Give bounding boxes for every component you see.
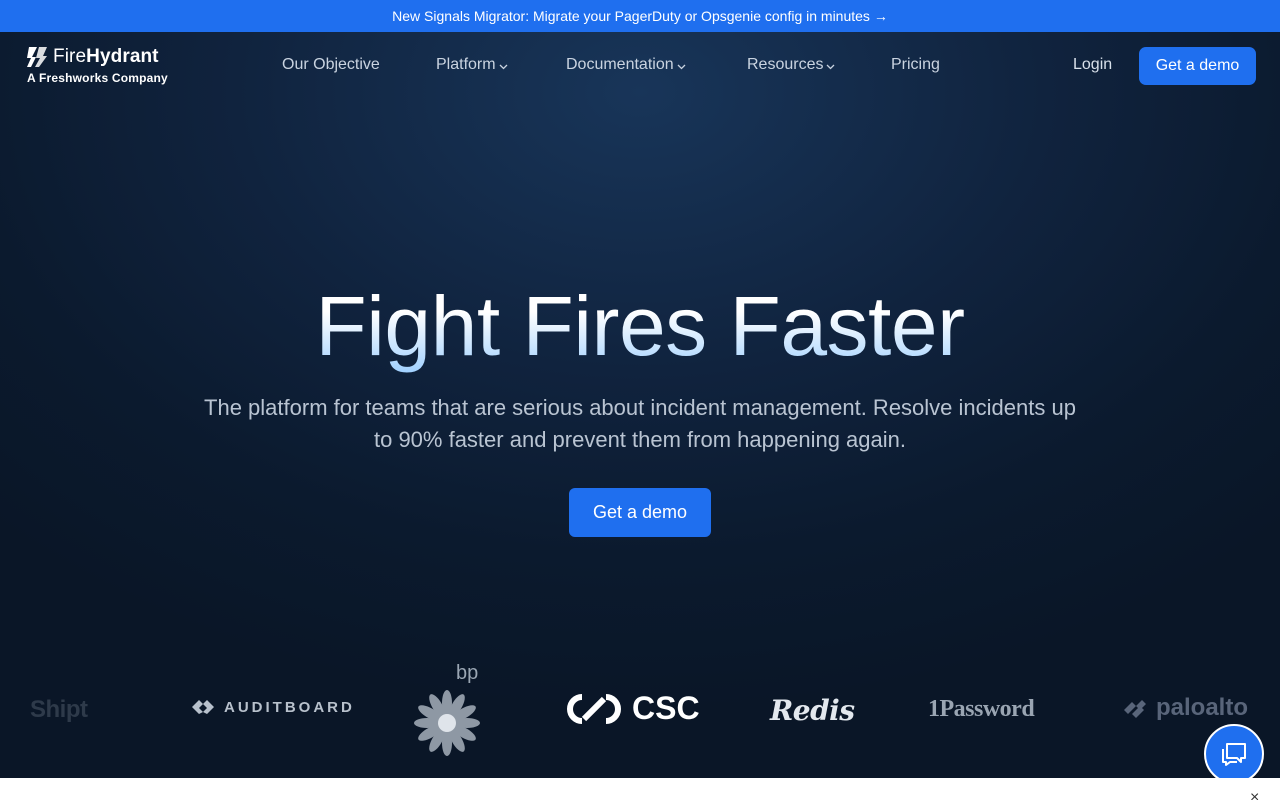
- auditboard-logo: AUDITBOARD: [190, 698, 355, 716]
- bp-logo-text: bp: [456, 662, 479, 684]
- hero-title: Fight Fires Faster: [0, 278, 1280, 374]
- nav-item-resources[interactable]: Resources: [747, 56, 835, 74]
- customer-logos: Shipt AUDITBOARD bp CSC Redis 1Password …: [0, 650, 1280, 770]
- announcement-bar: New Signals Migrator: Migrate your Pager…: [0, 0, 1280, 32]
- chevron-down-icon: [677, 64, 686, 69]
- chat-bubbles-icon: [1222, 743, 1246, 766]
- auditboard-logo-text: AUDITBOARD: [224, 698, 355, 716]
- csc-logo-text: CSC: [632, 690, 700, 726]
- announcement-link[interactable]: New Signals Migrator: Migrate your Pager…: [392, 8, 888, 24]
- firehydrant-logo[interactable]: FireHydrant A Freshworks Company: [25, 45, 168, 85]
- firehydrant-mark-icon: [27, 47, 47, 67]
- nav-item-label: Pricing: [891, 56, 940, 73]
- close-icon[interactable]: ×: [1250, 790, 1259, 800]
- brand-tagline: A Freshworks Company: [27, 71, 168, 85]
- nav-item-platform[interactable]: Platform: [436, 56, 508, 74]
- csc-logo: CSC: [562, 690, 700, 727]
- nav-item-label: Platform: [436, 56, 496, 73]
- chevron-down-icon: [499, 64, 508, 69]
- bp-logo: bp: [408, 662, 488, 758]
- paloalto-logo: paloalto: [1122, 694, 1248, 722]
- paloalto-logo-text: paloalto: [1156, 694, 1249, 721]
- top-navigation: FireHydrant A Freshworks Company Our Obj…: [0, 32, 1280, 100]
- redis-logo-text: Redis: [770, 694, 855, 727]
- nav-item-label: Resources: [747, 56, 824, 73]
- hero-subtitle: The platform for teams that are serious …: [204, 395, 1076, 452]
- 1password-logo: 1Password: [928, 696, 1035, 723]
- get-demo-button-nav[interactable]: Get a demo: [1139, 47, 1256, 85]
- chat-launcher-button[interactable]: [1204, 724, 1264, 784]
- 1password-logo-text: 1Password: [928, 696, 1035, 722]
- csc-mark-icon: [567, 693, 621, 724]
- nav-item-our-objective[interactable]: Our Objective: [282, 56, 380, 74]
- get-demo-button-hero[interactable]: Get a demo: [569, 488, 711, 537]
- shipt-logo: Shipt: [30, 696, 88, 724]
- cookie-banner: ×: [0, 778, 1280, 800]
- shipt-logo-text: Shipt: [30, 696, 88, 723]
- nav-item-label: Our Objective: [282, 56, 380, 73]
- redis-logo: Redis: [770, 694, 855, 727]
- chevron-down-icon: [827, 64, 835, 69]
- nav-item-label: Documentation: [566, 56, 674, 73]
- nav-item-pricing[interactable]: Pricing: [891, 56, 940, 74]
- auditboard-mark-icon: [192, 700, 214, 714]
- bp-helios-icon: [414, 690, 480, 756]
- nav-item-documentation[interactable]: Documentation: [566, 56, 686, 74]
- paloalto-mark-icon: [1124, 700, 1146, 718]
- brand-name: FireHydrant: [53, 46, 159, 67]
- login-link[interactable]: Login: [1073, 56, 1112, 74]
